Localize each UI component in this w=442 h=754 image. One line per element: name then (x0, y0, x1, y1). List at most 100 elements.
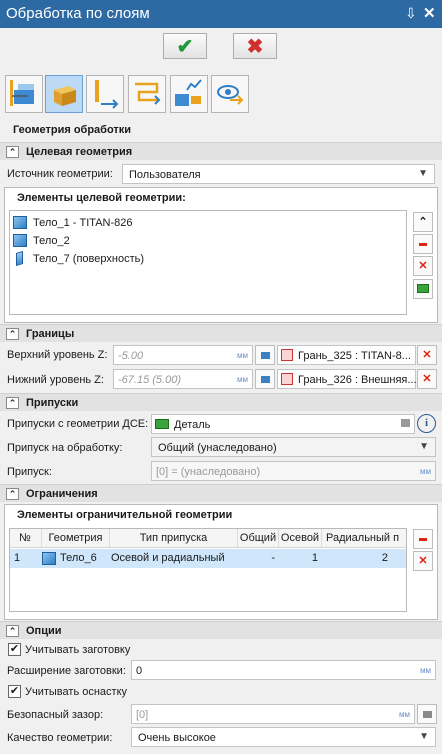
remove-button[interactable] (413, 234, 433, 254)
section-target-geometry[interactable]: ⌃ Целевая геометрия (0, 142, 442, 160)
body-tool-icon (54, 86, 76, 106)
delete-icon: ✕ (422, 373, 432, 385)
face-label: Грань_325 : TITAN-8... (298, 350, 411, 362)
column-header[interactable]: № (10, 529, 42, 547)
machining-allowance-select[interactable]: Общий (унаследовано) ▼ (151, 437, 436, 457)
dse-allowance-field[interactable]: Деталь (151, 414, 415, 434)
ok-button[interactable]: ✔ (163, 33, 207, 59)
section-title: Припуски (26, 397, 79, 409)
upper-z-label: Верхний уровень Z: (7, 349, 108, 361)
lower-face-field[interactable]: Грань_326 : Внешняя... (277, 369, 417, 389)
use-fixture-checkbox[interactable]: ✔ (8, 685, 21, 698)
section-options[interactable]: ⌃ Опции (0, 621, 442, 639)
pin-icon[interactable]: ⇩ (405, 5, 417, 22)
machining-allowance-label: Припуск на обработку: (7, 442, 123, 454)
delete-restriction-button[interactable]: ✕ (413, 551, 433, 571)
delete-icon: ✕ (418, 260, 428, 272)
lower-face-clear-button[interactable]: ✕ (417, 369, 437, 389)
chevron-up-icon: ⌃ (418, 216, 428, 228)
delete-button[interactable]: ✕ (413, 256, 433, 276)
collapse-icon[interactable]: ⌃ (6, 328, 19, 340)
input-value: -67.15 (5.00) (118, 374, 181, 386)
target-elements-label: Элементы целевой геометрии: (17, 192, 186, 204)
lower-z-input[interactable]: -67.15 (5.00) мм (113, 369, 253, 389)
face-icon (281, 349, 293, 361)
upper-face-clear-button[interactable]: ✕ (417, 345, 437, 365)
depth-tool-button[interactable] (86, 75, 124, 113)
restrictions-table[interactable]: № Геометрия Тип припуска Общий Осевой Ра… (9, 528, 407, 612)
safe-gap-lock-button[interactable] (417, 704, 437, 724)
path-tool-button[interactable] (128, 75, 166, 113)
close-icon[interactable]: ✕ (423, 4, 436, 22)
body-icon (13, 234, 27, 247)
view-tool-button[interactable] (211, 75, 249, 113)
body-icon (42, 552, 56, 565)
select-value: Очень высокое (138, 732, 216, 744)
safe-gap-input[interactable]: [0] мм (131, 704, 415, 724)
link-tool-icon (175, 79, 202, 106)
section-allowances[interactable]: ⌃ Припуски (0, 393, 442, 411)
minus-icon (419, 537, 427, 541)
row-number: 1 (14, 552, 21, 564)
upper-face-field[interactable]: Грань_325 : TITAN-8... (277, 345, 416, 365)
use-fixture-label: Учитывать оснастку (25, 686, 128, 698)
blank-extension-input[interactable]: 0 мм (131, 660, 436, 680)
upper-z-input[interactable]: -5.00 мм (113, 345, 253, 365)
target-elements-list[interactable]: Тело_1 - TITAN-826 Тело_2 Тело_7 (поверх… (9, 210, 407, 315)
row-radial: 2 (381, 552, 388, 564)
lower-z-lock-button[interactable] (255, 369, 275, 389)
unit-label: мм (420, 467, 431, 476)
link-tool-button[interactable] (170, 75, 208, 113)
row-axial: 1 (311, 552, 318, 564)
chevron-down-icon: ▼ (418, 168, 428, 179)
delete-icon: ✕ (418, 555, 428, 567)
layers-tool-button[interactable] (5, 75, 43, 113)
list-item-label: Тело_1 - TITAN-826 (33, 217, 133, 229)
geometry-source-select[interactable]: Пользователя ▼ (122, 164, 435, 184)
add-geometry-button[interactable] (413, 279, 433, 299)
geometry-quality-select[interactable]: Очень высокое ▼ (131, 727, 436, 747)
lock-icon (260, 352, 270, 359)
column-header[interactable]: Тип припуска (110, 529, 238, 547)
body-tool-button[interactable] (45, 75, 83, 113)
section-title: Целевая геометрия (26, 146, 133, 158)
use-blank-checkbox[interactable]: ✔ (8, 643, 21, 656)
unit-label: мм (237, 351, 248, 360)
column-header[interactable]: Геометрия (42, 529, 110, 547)
add-body-icon (417, 284, 429, 293)
path-tool-icon (135, 82, 161, 105)
move-up-button[interactable]: ⌃ (413, 212, 433, 232)
column-header[interactable]: Общий (238, 529, 279, 547)
input-value: [0] (136, 709, 149, 721)
collapse-icon[interactable]: ⌃ (6, 397, 19, 409)
collapse-icon[interactable]: ⌃ (6, 625, 19, 637)
section-title: Опции (26, 625, 62, 637)
table-header: № Геометрия Тип припуска Общий Осевой Ра… (10, 529, 406, 548)
geometry-source-label: Источник геометрии: (7, 168, 113, 180)
checkmark-icon: ✔ (176, 35, 194, 58)
column-header[interactable]: Осевой (279, 529, 322, 547)
list-item-label: Тело_7 (поверхность) (33, 253, 144, 265)
restriction-elements-label: Элементы ограничительной геометрии (17, 509, 233, 521)
collapse-icon[interactable]: ⌃ (6, 146, 19, 158)
part-icon (155, 419, 169, 429)
column-header[interactable]: Радиальный п (322, 529, 406, 547)
upper-z-lock-button[interactable] (255, 345, 275, 365)
checkmark-icon: ✔ (9, 685, 20, 697)
table-row[interactable]: 1 Тело_6 Осевой и радиальный - 1 2 (10, 549, 406, 568)
section-title: Границы (26, 328, 75, 340)
unit-label: мм (399, 710, 410, 719)
info-icon[interactable]: i (417, 414, 436, 433)
allowance-input[interactable]: [0] = (унаследовано) мм (151, 461, 436, 481)
remove-restriction-button[interactable] (413, 529, 433, 549)
lock-icon (422, 711, 432, 718)
minus-icon (419, 242, 427, 246)
body-icon (13, 216, 27, 229)
section-restrictions[interactable]: ⌃ Ограничения (0, 484, 442, 502)
chevron-down-icon: ▼ (419, 441, 429, 452)
cancel-button[interactable]: ✖ (233, 33, 277, 59)
section-boundaries[interactable]: ⌃ Границы (0, 324, 442, 342)
collapse-icon[interactable]: ⌃ (6, 488, 19, 500)
blank-extension-label: Расширение заготовки: (7, 665, 126, 677)
lower-z-label: Нижний уровень Z: (7, 374, 104, 386)
